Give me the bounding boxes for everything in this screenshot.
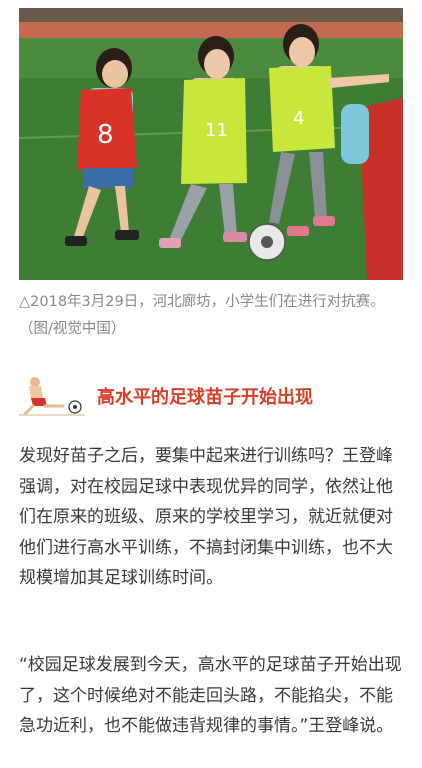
soccer-player-icon [19,377,85,416]
article-paragraph: 发现好苗子之后，要集中起来进行训练吗？王登峰强调，对在校园足球中表现优异的同学，… [19,446,393,588]
article-photo: 8 11 4 [19,8,403,280]
bib-number: 8 [97,120,114,150]
section-title: 高水平的足球苗子开始出现 [97,387,313,408]
soccer-match-illustration: 8 11 4 [19,8,403,280]
bib-number: 4 [293,108,304,129]
soccer-ball [248,223,286,261]
bib-number: 11 [205,120,228,141]
photo-caption: △2018年3月29日，河北廊坊，小学生们在进行对抗赛。（图/视觉中国） [19,294,385,337]
article-paragraph: “校园足球发展到今天，高水平的足球苗子开始出现了，这个时候绝对不能走回头路，不能… [19,655,402,736]
section-heading: 高水平的足球苗子开始出现 [19,376,409,416]
